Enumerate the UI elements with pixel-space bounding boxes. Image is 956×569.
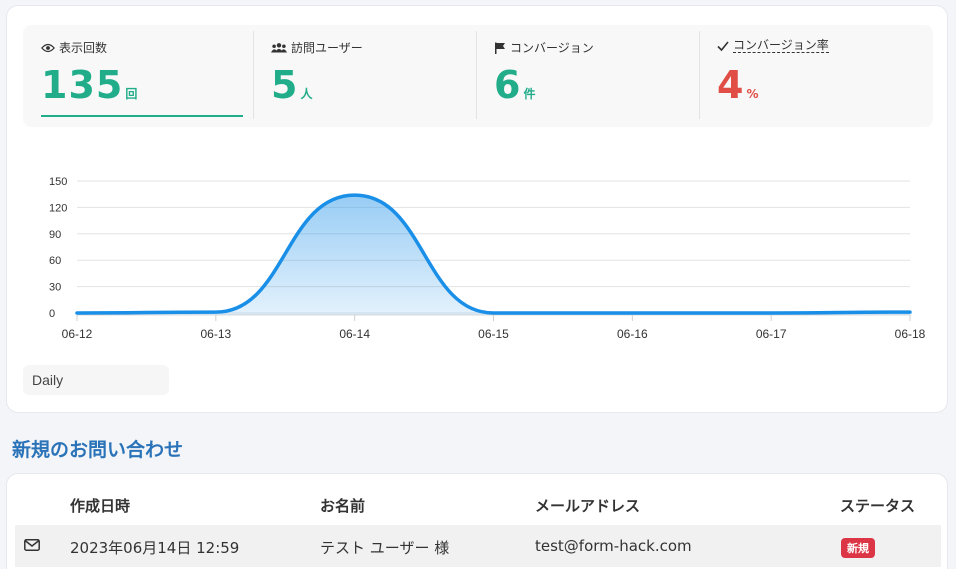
metric-conversion-rate-header: コンバージョン率 (717, 39, 829, 53)
check-icon (717, 41, 729, 52)
x-tick-label: 06-18 (895, 327, 926, 341)
y-tick-label: 90 (49, 229, 61, 241)
x-tick-label: 06-14 (339, 327, 370, 341)
y-tick-label: 60 (49, 255, 61, 267)
metric-views[interactable]: 表示回数 135 回 (23, 25, 253, 127)
stats-card: 表示回数 135 回 訪問ユーザー 5人 コンバージョン 6件 コンバージョン率… (6, 5, 948, 413)
metric-conversion-rate[interactable]: コンバージョン率 4% (699, 25, 933, 127)
area-chart: 0 30 60 90 120 150 06-12 06-13 06-14 06-15 06-16 0… (49, 176, 926, 341)
flag-icon (495, 42, 505, 54)
y-tick-label: 30 (49, 282, 61, 294)
metric-conversions-header: コンバージョン (494, 39, 594, 56)
metric-visitors-value: 5 (271, 63, 299, 107)
chart-series-line (75, 193, 912, 315)
row-name: テスト ユーザー 様 (320, 539, 450, 557)
metric-conversion-rate-value: 4 (717, 63, 745, 107)
x-tick-label: 06-15 (478, 327, 509, 341)
active-metric-underline (41, 115, 243, 117)
metric-visitors[interactable]: 訪問ユーザー 5人 (253, 25, 476, 127)
metric-views-header: 表示回数 (41, 39, 107, 56)
x-tick-label: 06-16 (617, 327, 648, 341)
metric-conversions-label: コンバージョン (510, 41, 594, 55)
metric-views-label: 表示回数 (59, 41, 108, 55)
status-badge: 新規 (841, 538, 875, 558)
chart-area-fill (77, 195, 910, 315)
y-tick-label: 150 (49, 176, 67, 188)
x-tick-label: 06-17 (756, 327, 787, 341)
metric-visitors-label: 訪問ユーザー (291, 41, 363, 55)
eye-icon (41, 43, 55, 52)
table-row[interactable]: 2023年06月14日 12:59 テスト ユーザー 様 test@form-h… (15, 525, 941, 567)
row-email: test@form-hack.com (535, 537, 692, 555)
metric-conversions[interactable]: コンバージョン 6件 (476, 25, 699, 127)
inquiries-title: 新規のお問い合わせ (12, 439, 184, 461)
users-icon (271, 42, 287, 52)
column-header-name[interactable]: お名前 (320, 495, 365, 516)
range-select[interactable]: Daily (23, 365, 169, 395)
x-tick-label: 06-13 (200, 327, 231, 341)
column-header-status[interactable]: ステータス (840, 495, 915, 516)
metrics-panel: 表示回数 135 回 訪問ユーザー 5人 コンバージョン 6件 コンバージョン率… (23, 25, 933, 127)
metric-conversion-rate-unit: % (746, 87, 759, 101)
metric-conversion-rate-label: コンバージョン率 (733, 38, 829, 53)
y-tick-label: 120 (49, 202, 67, 214)
y-tick-label: 0 (49, 308, 55, 320)
column-header-email[interactable]: メールアドレス (535, 495, 640, 516)
metric-views-value: 135 (41, 63, 124, 107)
metric-views-unit: 回 (125, 87, 138, 101)
envelope-icon (24, 539, 40, 551)
metric-visitors-header: 訪問ユーザー (271, 39, 363, 56)
row-created: 2023年06月14日 12:59 (70, 539, 240, 557)
metric-conversions-unit: 件 (523, 87, 536, 101)
metric-conversions-value: 6 (494, 63, 522, 107)
metric-visitors-unit: 人 (300, 87, 313, 101)
column-header-created[interactable]: 作成日時 (70, 495, 130, 516)
inquiries-table: 作成日時 お名前 メールアドレス ステータス 2023年06月14日 12:59… (6, 473, 948, 569)
x-tick-label: 06-12 (62, 327, 93, 341)
